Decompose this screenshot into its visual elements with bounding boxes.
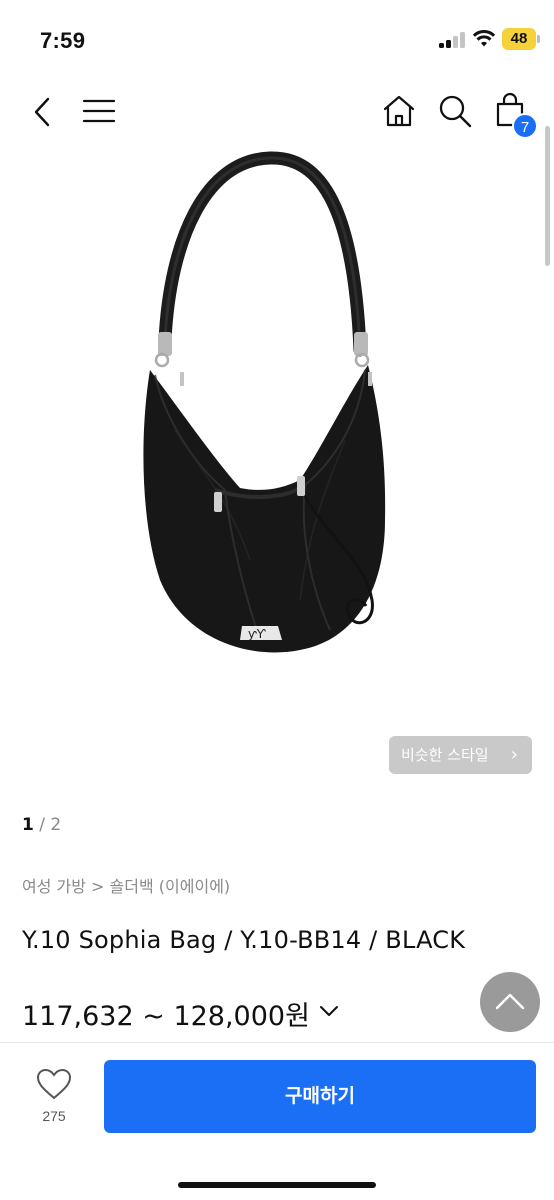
status-bar: 7:59 48 xyxy=(0,0,554,80)
svg-text:ƴƳ: ƴƳ xyxy=(248,627,266,641)
bottom-divider xyxy=(0,1042,554,1043)
back-icon[interactable] xyxy=(30,96,54,128)
search-icon[interactable] xyxy=(437,94,473,130)
image-pager: 1 / 2 xyxy=(22,815,61,835)
pager-total: 2 xyxy=(50,815,62,835)
similar-style-label: 비슷한 스타일 xyxy=(401,746,489,764)
buy-button[interactable]: 구매하기 xyxy=(104,1060,536,1133)
product-image[interactable]: ƴƳ xyxy=(0,148,554,788)
home-indicator xyxy=(178,1182,376,1188)
wifi-icon xyxy=(472,29,496,47)
similar-style-button[interactable]: 비슷한 스타일 › xyxy=(389,736,532,774)
like-count: 275 xyxy=(42,1108,66,1124)
battery-nub xyxy=(537,35,540,43)
pager-current: 1 xyxy=(22,815,34,835)
menu-icon[interactable] xyxy=(82,98,116,124)
like-button[interactable]: 275 xyxy=(24,1066,84,1130)
chevron-right-icon: › xyxy=(510,744,518,765)
status-time: 7:59 xyxy=(40,28,86,53)
cellular-signal-icon xyxy=(439,32,465,48)
scroll-to-top-button[interactable] xyxy=(480,972,540,1032)
product-title: Y.10 Sophia Bag / Y.10-BB14 / BLACK xyxy=(22,926,466,954)
chevron-down-icon[interactable] xyxy=(319,1004,339,1018)
chevron-up-icon xyxy=(495,993,525,1010)
home-icon[interactable] xyxy=(382,94,416,128)
price-range: 117,632 ~ 128,000원 xyxy=(22,1001,310,1032)
pager-separator: / xyxy=(33,815,51,835)
cart-count-badge[interactable]: 7 xyxy=(512,113,538,139)
category-breadcrumb[interactable]: 여성 가방 > 숄더백 (이에이에) xyxy=(22,873,230,897)
heart-icon xyxy=(36,1068,72,1100)
top-nav xyxy=(0,80,554,144)
battery-indicator: 48 xyxy=(502,28,536,50)
